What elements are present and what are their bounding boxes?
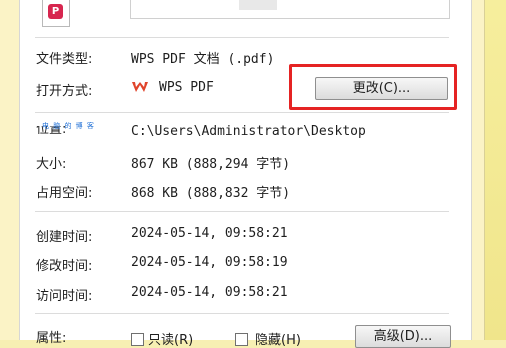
wps-logo-icon [132,82,148,92]
window-edge [484,0,506,340]
highlight-box [289,64,457,110]
attributes-label: 属性: [36,331,67,346]
size-on-disk-value: 868 KB (888,832 字节) [131,186,291,201]
readonly-label[interactable]: 只读(R) [148,329,193,348]
blog-watermark: 电 脑 的 博 客 [42,122,95,130]
file-name-field[interactable] [130,0,450,19]
wps-pdf-file-icon: P [48,4,63,19]
size-on-disk-label: 占用空间: [36,186,93,201]
size-label: 大小: [36,157,67,172]
divider [35,37,449,38]
created-value: 2024-05-14, 09:58:21 [131,226,288,241]
divider [35,112,449,113]
modified-value: 2024-05-14, 09:58:19 [131,255,288,270]
file-type-label: 文件类型: [36,52,93,67]
advanced-button[interactable]: 高级(D)... [355,325,451,348]
divider [35,313,449,314]
accessed-value: 2024-05-14, 09:58:21 [131,285,288,300]
file-icon: P [42,0,70,27]
divider [35,211,449,212]
open-with-app: WPS PDF [159,80,214,95]
hidden-label[interactable]: 隐藏(H) [255,329,301,348]
file-name-selection [239,0,277,10]
accessed-label: 访问时间: [36,289,93,304]
size-value: 867 KB (888,294 字节) [131,157,291,172]
location-value: C:\Users\Administrator\Desktop [131,124,366,139]
created-label: 创建时间: [36,230,93,245]
open-with-label: 打开方式: [36,84,93,99]
modified-label: 修改时间: [36,259,93,274]
file-type-value: WPS PDF 文档 (.pdf) [131,52,275,67]
